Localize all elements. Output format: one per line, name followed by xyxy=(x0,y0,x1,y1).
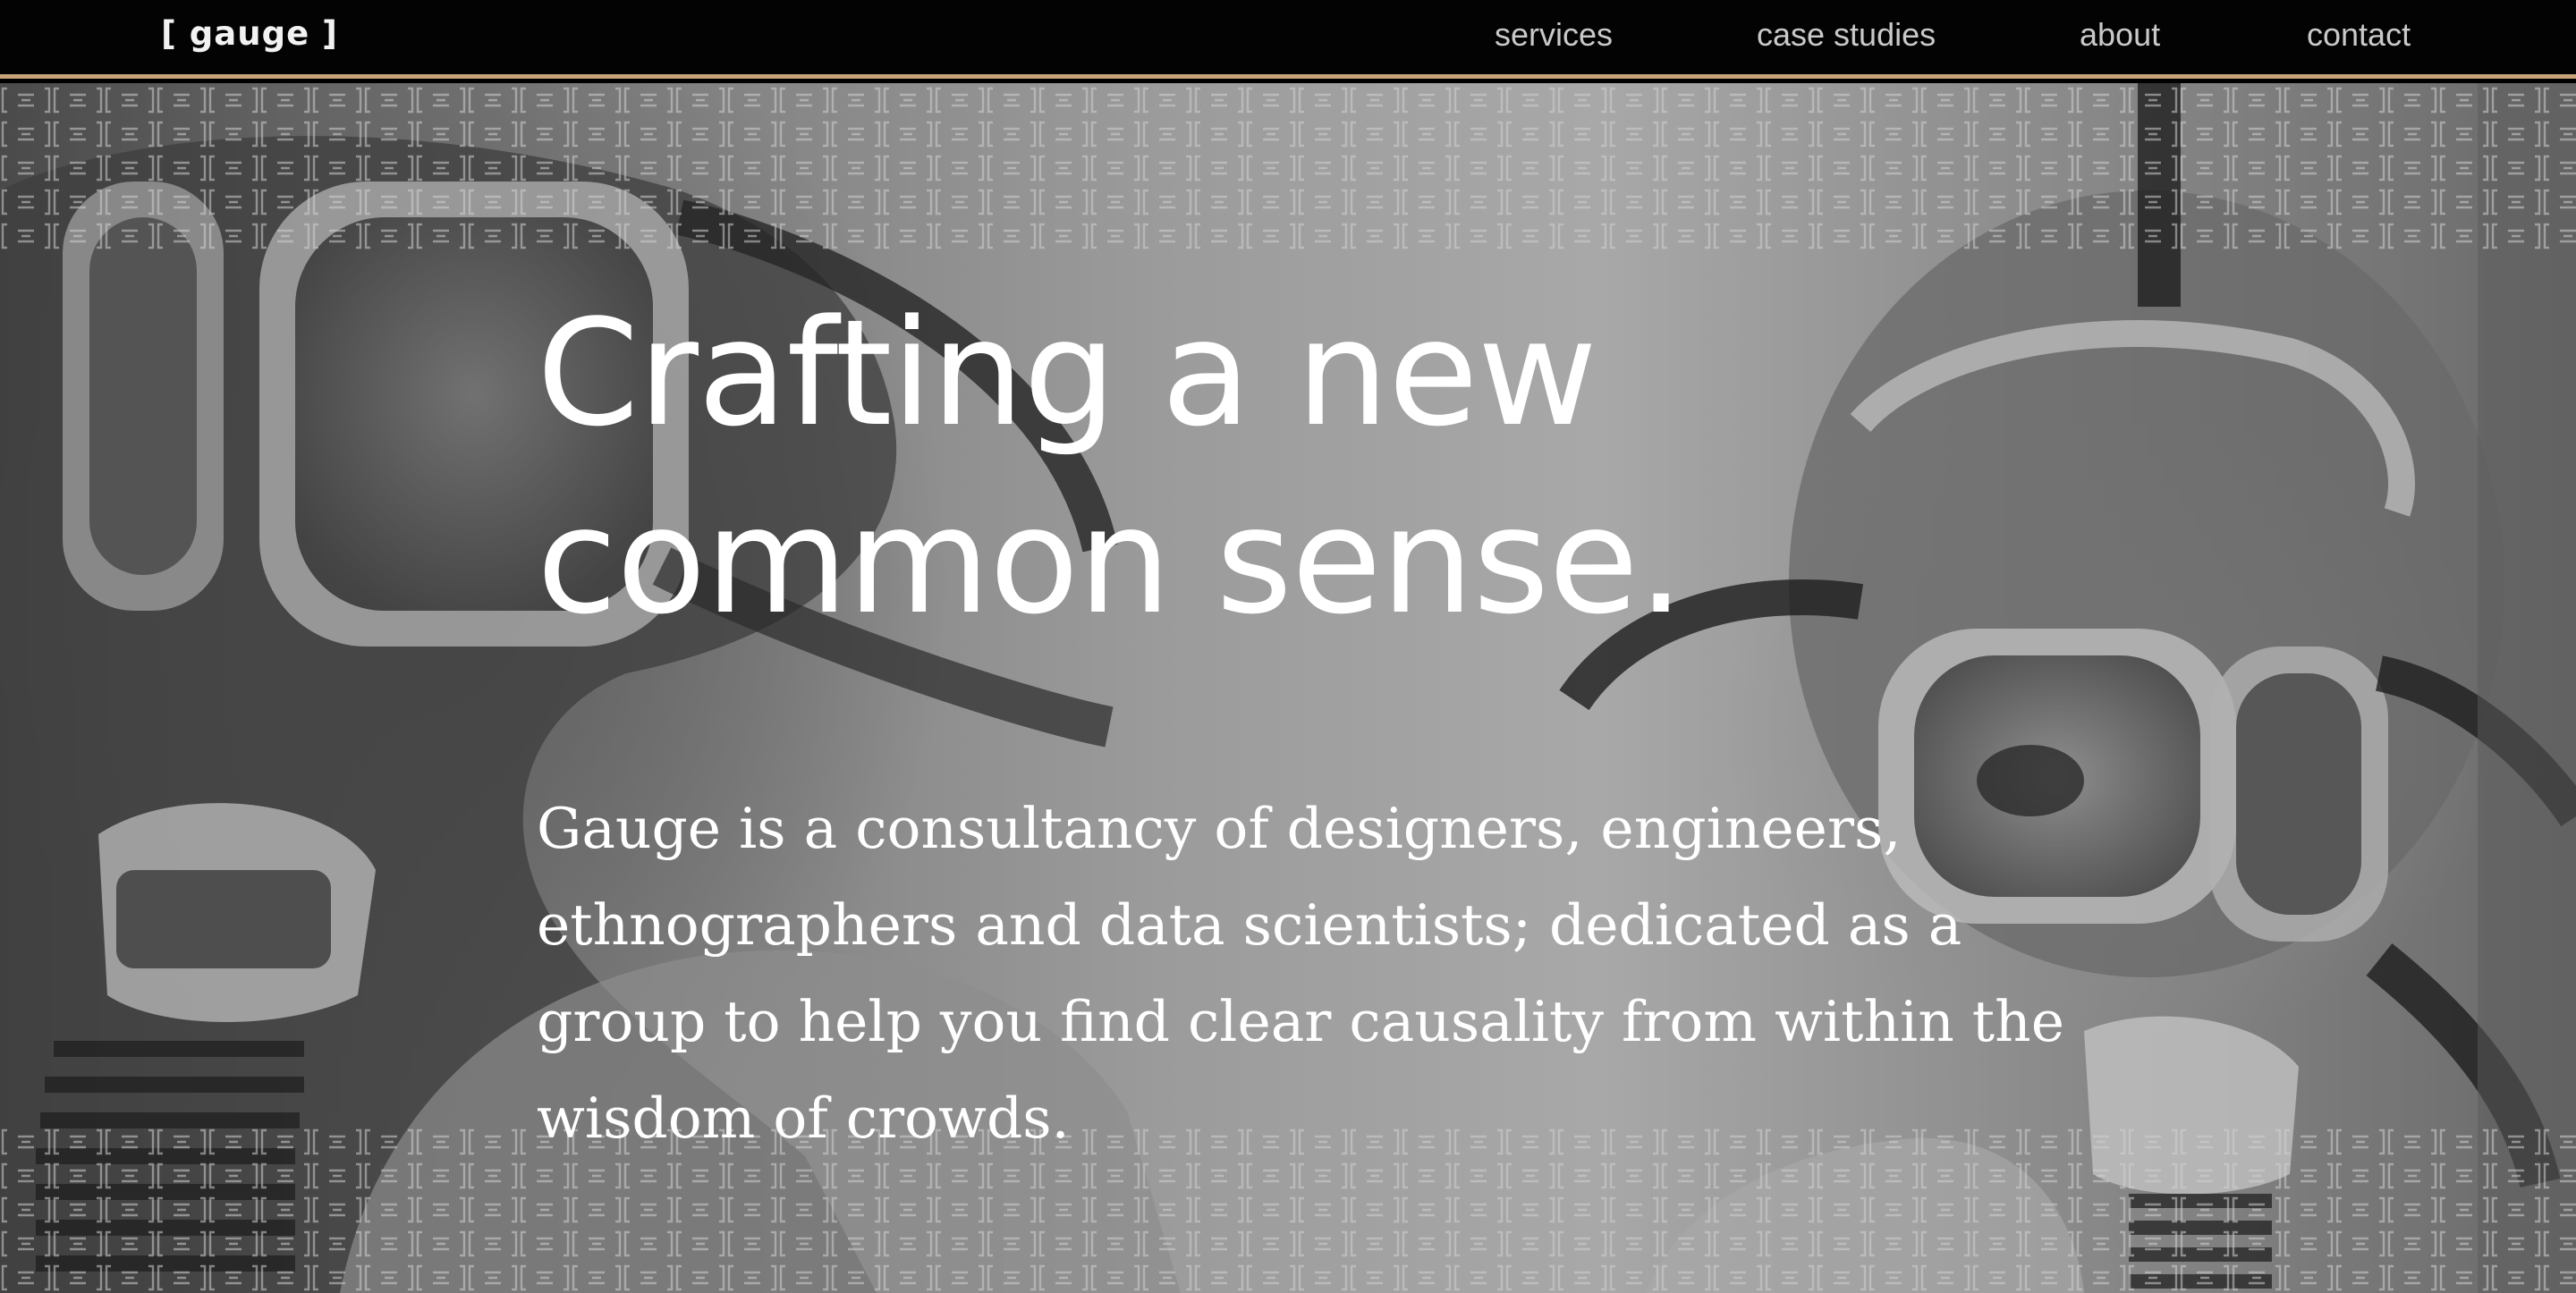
hero-description: Gauge is a consultancy of designers, eng… xyxy=(537,796,2064,1151)
nav-link-about[interactable]: about xyxy=(2080,16,2160,54)
gauge-logo[interactable]: [ gauge ] xyxy=(161,14,338,53)
hero-section: Crafting a new common sense. Gauge is a … xyxy=(0,83,2576,1293)
nav-link-case-studies[interactable]: case studies xyxy=(1757,16,1936,54)
nav-link-services[interactable]: services xyxy=(1495,16,1613,54)
hero-title: Crafting a new common sense. xyxy=(537,288,1684,646)
nav-link-contact[interactable]: contact xyxy=(2307,16,2411,54)
top-pattern-band xyxy=(0,83,2576,251)
top-navigation-bar: [ gauge ] services case studies about co… xyxy=(0,0,2576,79)
